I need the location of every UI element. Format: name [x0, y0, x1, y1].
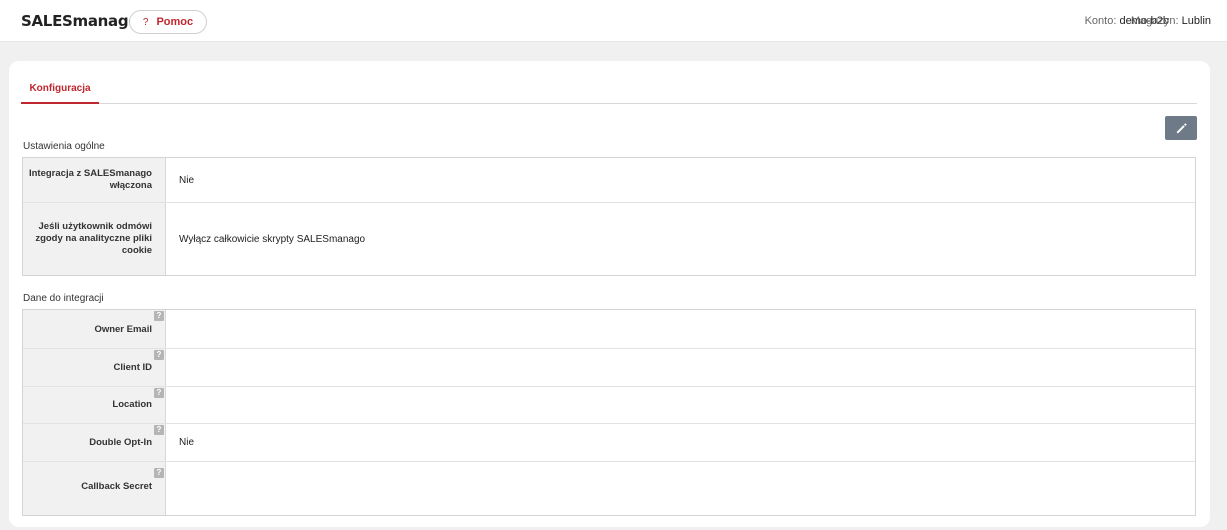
app-title: SALESmanago [21, 12, 139, 30]
row-value: Nie [179, 174, 195, 186]
edit-button[interactable] [1165, 116, 1197, 140]
account-label: Konto: [1084, 15, 1117, 27]
help-button[interactable]: ? Pomoc [129, 10, 207, 34]
tooltip-icon[interactable]: ? [154, 388, 164, 398]
table-row: Owner Email ? [23, 310, 1195, 349]
integration-data-title: Dane do integracji [23, 293, 104, 304]
store-label: Magazyn: [1130, 15, 1179, 27]
tooltip-icon[interactable]: ? [154, 425, 164, 435]
row-label: Owner Email ? [23, 310, 166, 348]
table-row: Double Opt-In ? Nie [23, 424, 1195, 462]
row-label: Integracja z SALESmanago włączona [23, 158, 166, 202]
row-label: Location ? [23, 387, 166, 423]
general-settings-title: Ustawienia ogólne [23, 141, 105, 152]
tooltip-icon[interactable]: ? [154, 350, 164, 360]
row-value [166, 310, 1195, 348]
tooltip-icon[interactable]: ? [154, 468, 164, 478]
table-row: Client ID ? [23, 349, 1195, 387]
tab-bar: Konfiguracja [21, 75, 1197, 104]
config-card: Konfiguracja Ustawienia ogólne Integracj… [9, 61, 1210, 527]
row-label: Jeśli użytkownik odmówi zgody na anality… [23, 203, 166, 275]
integration-data-table: Owner Email ? Client ID ? Location ? Dou… [22, 309, 1196, 516]
row-label-text: Client ID [113, 362, 152, 374]
table-row: Location ? [23, 387, 1195, 424]
row-label: Callback Secret ? [23, 462, 166, 515]
row-label-text: Location [112, 399, 152, 411]
top-bar: SALESmanago ? Pomoc Konto: demo-b2b Maga… [0, 0, 1227, 42]
tab-konfiguracja[interactable]: Konfiguracja [21, 75, 99, 104]
row-value [166, 387, 1195, 423]
row-value [166, 462, 1195, 515]
store-info: Magazyn: Lublin [1131, 15, 1211, 27]
row-value: Wyłącz całkowicie skrypty SALESmanago [179, 233, 366, 245]
table-row: Integracja z SALESmanago włączona Nie [23, 158, 1195, 203]
table-row: Jeśli użytkownik odmówi zgody na anality… [23, 203, 1195, 275]
row-label: Double Opt-In ? [23, 424, 166, 461]
row-label-text: Callback Secret [81, 481, 152, 493]
general-settings-table: Integracja z SALESmanago włączona Nie Je… [22, 157, 1196, 276]
row-value: Nie [179, 437, 195, 448]
tooltip-icon[interactable]: ? [154, 311, 164, 321]
question-icon: ? [142, 16, 149, 28]
row-label: Client ID ? [23, 349, 166, 386]
row-label-text: Owner Email [94, 324, 152, 336]
table-row: Callback Secret ? [23, 462, 1195, 515]
row-label-text: Double Opt-In [89, 437, 152, 449]
row-value [166, 349, 1195, 386]
pencil-icon [1176, 122, 1187, 133]
store-value: Lublin [1181, 15, 1211, 27]
help-label: Pomoc [156, 16, 194, 28]
